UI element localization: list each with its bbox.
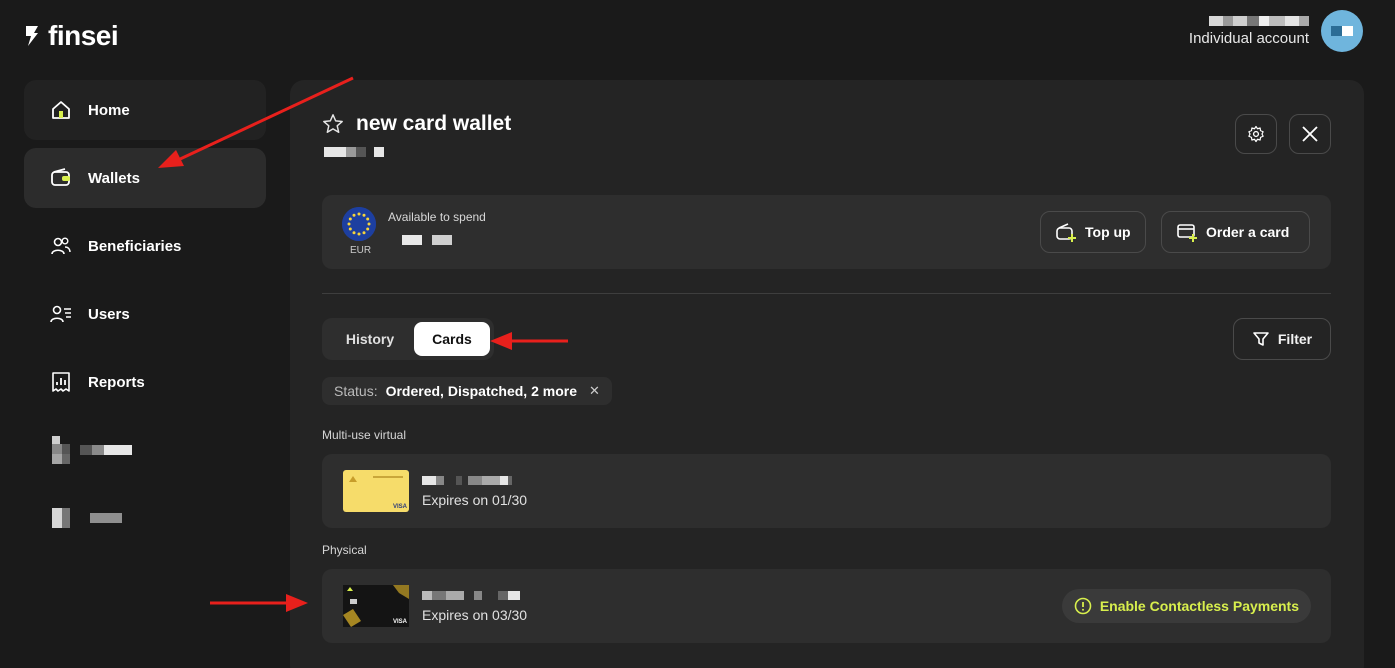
sidebar-item-redacted-1[interactable] <box>24 420 266 480</box>
available-amount-redacted <box>402 235 452 245</box>
tab-cards[interactable]: Cards <box>414 322 490 356</box>
app-logo[interactable]: finsei <box>24 20 119 52</box>
virtual-card-image: VISA <box>343 470 409 512</box>
sidebar-item-home[interactable]: Home <box>24 80 266 140</box>
svg-text:VISA: VISA <box>393 619 408 625</box>
eu-flag-icon <box>342 207 376 241</box>
home-icon <box>50 99 72 121</box>
card-row-physical[interactable]: VISA Expires on 03/30 Enable Contactless… <box>322 569 1331 643</box>
sidebar: Home Wallets Beneficiaries Users Reports <box>24 80 266 556</box>
sidebar-item-redacted-2[interactable] <box>24 488 266 548</box>
logo-text: finsei <box>48 20 119 51</box>
card-name-redacted <box>422 591 520 600</box>
sidebar-item-users[interactable]: Users <box>24 284 266 344</box>
wallet-title: new card wallet <box>356 112 512 135</box>
enable-contactless-button[interactable]: Enable Contactless Payments <box>1061 589 1311 623</box>
card-name-redacted <box>422 476 512 485</box>
star-icon[interactable] <box>322 113 344 135</box>
redacted-item <box>50 506 122 530</box>
sidebar-item-reports[interactable]: Reports <box>24 352 266 412</box>
wallet-panel: new card wallet EUR Available to spend T… <box>290 80 1364 668</box>
sidebar-item-label: Wallets <box>88 169 140 187</box>
people-icon <box>50 235 72 257</box>
sidebar-item-wallets[interactable]: Wallets <box>24 148 266 208</box>
filter-button[interactable]: Filter <box>1233 318 1331 360</box>
wallet-icon <box>50 167 72 189</box>
card-add-icon <box>1177 224 1197 242</box>
sidebar-item-label: Reports <box>88 373 145 391</box>
logo-mark-icon <box>26 26 38 46</box>
settings-button[interactable] <box>1235 114 1277 154</box>
close-icon <box>1302 126 1318 142</box>
top-up-label: Top up <box>1085 224 1131 240</box>
order-card-label: Order a card <box>1206 224 1290 240</box>
reports-icon <box>50 371 72 393</box>
divider <box>322 293 1331 294</box>
avatar[interactable] <box>1321 10 1363 52</box>
top-up-button[interactable]: Top up <box>1040 211 1146 253</box>
available-label: Available to spend <box>388 210 486 224</box>
svg-text:VISA: VISA <box>393 504 408 510</box>
account-menu[interactable]: Individual account <box>1189 10 1363 52</box>
balance-card: EUR Available to spend Top up Order a ca… <box>322 195 1331 269</box>
sidebar-item-label: Beneficiaries <box>88 237 182 255</box>
enable-contactless-label: Enable Contactless Payments <box>1099 598 1299 614</box>
order-card-button[interactable]: Order a card <box>1161 211 1310 253</box>
status-filter-chip[interactable]: Status: Ordered, Dispatched, 2 more ✕ <box>322 377 612 405</box>
warning-icon <box>1074 597 1092 615</box>
card-expiry: Expires on 01/30 <box>422 492 528 508</box>
clear-filter-icon[interactable]: ✕ <box>589 383 600 399</box>
sidebar-item-label: Users <box>88 305 130 323</box>
section-label-physical: Physical <box>322 543 367 557</box>
redacted-item <box>50 436 132 464</box>
top-up-icon <box>1056 223 1076 242</box>
sidebar-item-label: Home <box>88 101 130 119</box>
wallet-id-redacted <box>324 147 384 157</box>
view-tabs: History Cards <box>322 318 494 360</box>
currency-code: EUR <box>350 245 372 256</box>
card-row-virtual[interactable]: VISA Expires on 01/30 <box>322 454 1331 528</box>
gear-icon <box>1248 125 1264 143</box>
account-name-redacted <box>1209 15 1309 26</box>
physical-card-image: VISA <box>343 585 409 627</box>
account-type-label: Individual account <box>1188 29 1309 47</box>
sidebar-item-beneficiaries[interactable]: Beneficiaries <box>24 216 266 276</box>
section-label-virtual: Multi-use virtual <box>322 428 407 442</box>
users-list-icon <box>50 303 72 325</box>
card-expiry: Expires on 03/30 <box>422 607 528 623</box>
tab-history[interactable]: History <box>326 322 414 356</box>
filter-icon <box>1253 332 1269 346</box>
filter-label: Filter <box>1277 331 1313 347</box>
status-value: Ordered, Dispatched, 2 more <box>385 383 577 399</box>
close-button[interactable] <box>1289 114 1331 154</box>
status-label: Status: <box>334 383 378 399</box>
